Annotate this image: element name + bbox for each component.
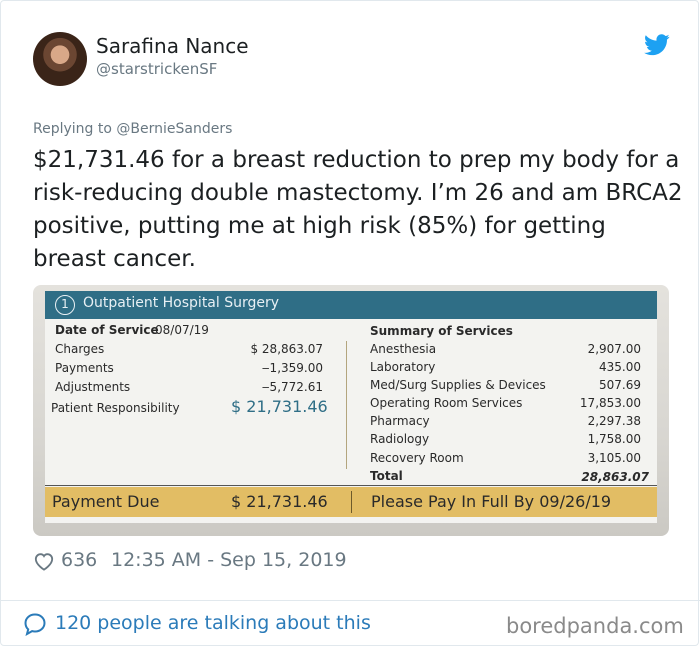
patient-responsibility-label: Patient Responsibility [51,401,180,415]
tweet-header: Sarafina Nance @starstrickenSF [33,32,673,90]
pay-divider [351,491,352,513]
bill-header: 1 Outpatient Hospital Surgery [45,291,657,319]
avatar[interactable] [33,32,87,86]
footer-divider [1,600,700,601]
summary-title: Summary of Services [370,324,513,338]
service-label: Recovery Room [370,451,464,465]
payment-due-amount: $ 21,731.46 [231,492,328,511]
heart-icon[interactable] [33,551,55,571]
service-label: Laboratory [370,360,436,374]
charges-label: Charges [55,342,105,356]
patient-responsibility-amount: $ 21,731.46 [231,397,328,416]
total-amount: 28,863.07 [581,470,649,484]
adjustments-label: Adjustments [55,380,131,394]
service-amount: 507.69 [599,378,641,392]
service-label: Radiology [370,432,430,446]
service-amount: 435.00 [599,360,641,374]
service-label: Pharmacy [370,414,430,428]
service-amount: 17,853.00 [579,396,641,410]
replying-to[interactable]: Replying to @BernieSanders [33,121,232,137]
service-label: Med/Surg Supplies & Devices [370,378,546,392]
twitter-bird-icon[interactable] [644,34,670,56]
service-amount: 2,297.38 [587,414,641,428]
watermark-brand: boredpanda.com [506,614,684,638]
pay-by-date: Please Pay In Full By 09/26/19 [371,492,612,511]
author-handle[interactable]: @starstrickenSF [96,60,217,78]
bill-title: Outpatient Hospital Surgery [83,295,280,311]
author-display-name[interactable]: Sarafina Nance [96,34,249,58]
adjustments-amount: ‒5,772.61 [261,380,323,394]
speech-bubble-icon[interactable] [23,612,47,636]
payment-due-label: Payment Due [52,492,160,511]
service-amount: 1,758.00 [587,432,641,446]
service-label: Anesthesia [370,342,437,356]
date-of-service-value: 08/07/19 [155,323,209,337]
service-amount: 2,907.00 [587,342,641,356]
section-number: 1 [55,295,75,315]
payments-label: Payments [55,361,114,375]
timestamp[interactable]: 12:35 AM - Sep 15, 2019 [111,549,347,571]
payments-amount: ‒1,359.00 [261,361,323,375]
column-divider [346,341,347,469]
bill-rule [45,485,657,486]
date-of-service-label: Date of Service [55,323,159,337]
tweet-card: Sarafina Nance @starstrickenSF Replying … [0,0,700,646]
total-label: Total [370,469,403,483]
charges-amount: $ 28,863.07 [250,342,323,356]
bill-image[interactable]: 1 Outpatient Hospital Surgery Date of Se… [33,285,669,536]
service-label: Operating Room Services [370,396,523,410]
like-count[interactable]: 636 [61,549,97,571]
conversation-link[interactable]: 120 people are talking about this [55,612,371,634]
service-amount: 3,105.00 [587,451,641,465]
tweet-text: $21,731.46 for a breast reduction to pre… [33,147,683,272]
payment-due-bar: Payment Due $ 21,731.46 Please Pay In Fu… [45,487,657,517]
